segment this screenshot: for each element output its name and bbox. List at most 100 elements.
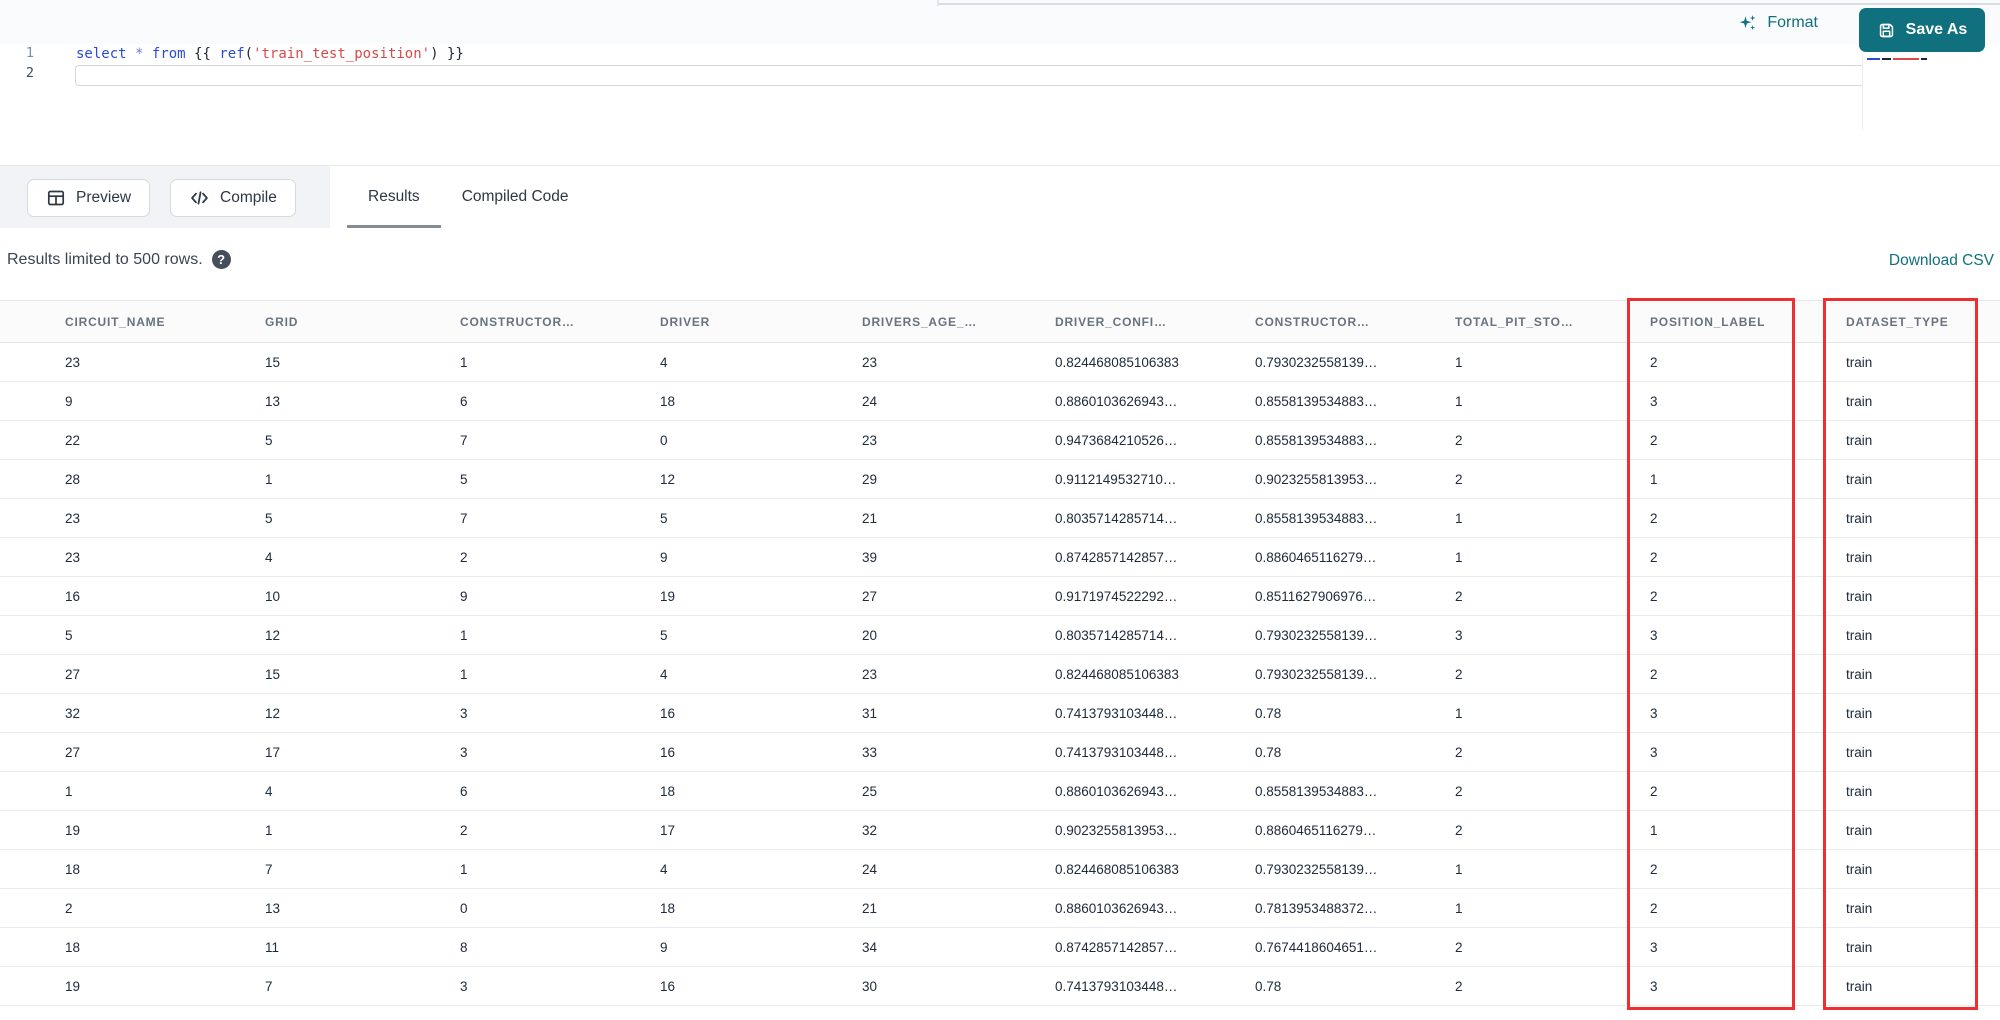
table-cell: 3 xyxy=(1432,615,1627,655)
table-row: 1 4 6 18 25 0.8860103626943… 0.8558139534883… 2… xyxy=(0,771,2000,811)
table-cell: 6 xyxy=(437,771,637,811)
table-cell: 16 xyxy=(0,576,242,616)
table-cell: 32 xyxy=(0,693,242,733)
table-cell: 0.7930232558139… xyxy=(1232,342,1432,382)
table-cell: 0.8511627906976… xyxy=(1232,576,1432,616)
table-cell: 0.8035714285714… xyxy=(1032,498,1232,538)
code-token: ref xyxy=(219,46,245,62)
table-cell: 25 xyxy=(839,771,1032,811)
table-cell: 0.8742857142857… xyxy=(1032,927,1232,967)
table-cell: 0.8742857142857… xyxy=(1032,537,1232,577)
table-row: 18 11 8 9 34 0.8742857142857… 0.7674418604651…… xyxy=(0,927,2000,967)
table-cell: 3 xyxy=(437,732,637,772)
editor-minimap[interactable] xyxy=(1862,54,1998,130)
table-cell: 3 xyxy=(437,966,637,1006)
table-cell: 0.7813953488372… xyxy=(1232,888,1432,928)
tab-compiled-code[interactable]: Compiled Code xyxy=(441,166,590,228)
table-cell: 12 xyxy=(242,615,437,655)
compile-label: Compile xyxy=(220,189,277,206)
table-cell: 4 xyxy=(242,537,437,577)
table-cell: 5 xyxy=(637,498,839,538)
table-cell: 2 xyxy=(1627,849,1823,889)
table-cell: 20 xyxy=(839,615,1032,655)
table-body: 23 15 1 4 23 0.824468085106383 0.7930232558139… xyxy=(0,342,2000,1006)
table-cell: 1 xyxy=(1627,810,1823,850)
table-cell: 0.7930232558139… xyxy=(1232,654,1432,694)
code-token: select xyxy=(76,46,127,62)
table-cell: 27 xyxy=(839,576,1032,616)
table-cell: 2 xyxy=(1432,771,1627,811)
table-cell: 0.8035714285714… xyxy=(1032,615,1232,655)
table-cell: 1 xyxy=(437,849,637,889)
help-icon[interactable]: ? xyxy=(211,250,231,269)
code-token: {{ xyxy=(194,46,220,62)
table-cell: 27 xyxy=(0,654,242,694)
line-number: 2 xyxy=(25,65,34,81)
table-cell: 1 xyxy=(437,654,637,694)
code-token: 'train_test_position' xyxy=(253,46,431,62)
table-cell: 15 xyxy=(242,342,437,382)
download-csv-link[interactable]: Download CSV xyxy=(1889,252,1994,270)
table-cell: 8 xyxy=(437,927,637,967)
table-cell: 18 xyxy=(0,849,242,889)
table-cell: 0.8860465116279… xyxy=(1232,537,1432,577)
table-cell: 3 xyxy=(1627,927,1823,967)
table-cell: 18 xyxy=(637,771,839,811)
table-cell: train xyxy=(1823,732,2000,772)
table-cell: 0.9171974522292… xyxy=(1032,576,1232,616)
format-button[interactable]: Format xyxy=(1738,9,1818,37)
table-cell: train xyxy=(1823,381,2000,421)
table-row: 23 4 2 9 39 0.8742857142857… 0.8860465116279… 1… xyxy=(0,537,2000,577)
code-editor[interactable]: 1 2 select * from {{ ref('train_test_pos… xyxy=(0,44,2000,165)
table-cell: 0 xyxy=(637,420,839,460)
minimap-code-preview xyxy=(1867,58,1927,60)
table-cell: 2 xyxy=(1432,654,1627,694)
table-cell: 5 xyxy=(637,615,839,655)
active-line-box[interactable] xyxy=(75,65,1983,86)
table-cell: 28 xyxy=(0,459,242,499)
table-cell: 3 xyxy=(1627,381,1823,421)
table-cell: 1 xyxy=(1432,693,1627,733)
table-cell: 1 xyxy=(0,771,242,811)
code-line-1[interactable]: select * from {{ ref('train_test_positio… xyxy=(76,45,464,64)
table-cell: 24 xyxy=(839,381,1032,421)
table-cell: 3 xyxy=(437,693,637,733)
preview-button[interactable]: Preview xyxy=(27,179,151,217)
table-cell: 33 xyxy=(839,732,1032,772)
code-token: from xyxy=(151,46,186,62)
compile-button[interactable]: Compile xyxy=(170,179,296,217)
table-cell: 23 xyxy=(0,498,242,538)
tab-edge-tick xyxy=(937,0,939,6)
table-cell: 2 xyxy=(1627,420,1823,460)
table-cell: train xyxy=(1823,966,2000,1006)
table-cell: 0.7930232558139… xyxy=(1232,849,1432,889)
table-cell: 22 xyxy=(0,420,242,460)
table-row: 23 5 7 5 21 0.8035714285714… 0.8558139534883… 1… xyxy=(0,498,2000,538)
table-cell: 0.8860465116279… xyxy=(1232,810,1432,850)
table-row: 9 13 6 18 24 0.8860103626943… 0.8558139534883…… xyxy=(0,381,2000,421)
column-header: CIRCUIT_NAME xyxy=(0,300,242,343)
table-row: 27 17 3 16 33 0.7413793103448… 0.78 2 3 train xyxy=(0,732,2000,772)
table-cell: 19 xyxy=(0,966,242,1006)
table-row: 19 7 3 16 30 0.7413793103448… 0.78 2 3 train xyxy=(0,966,2000,1006)
table-header-row: CIRCUIT_NAME GRID CONSTRUCTOR… DRIVER DRIVER… xyxy=(0,300,2000,343)
table-cell: 7 xyxy=(242,849,437,889)
table-cell: 24 xyxy=(839,849,1032,889)
table-cell: 39 xyxy=(839,537,1032,577)
table-cell: 3 xyxy=(1627,966,1823,1006)
save-as-button[interactable]: Save As xyxy=(1859,8,1985,52)
table-cell: 19 xyxy=(637,576,839,616)
line-number-gutter: 1 2 xyxy=(0,44,48,165)
table-cell: train xyxy=(1823,771,2000,811)
table-row: 27 15 1 4 23 0.824468085106383 0.7930232558139… xyxy=(0,654,2000,694)
table-cell: train xyxy=(1823,888,2000,928)
table-cell: 0.8558139534883… xyxy=(1232,381,1432,421)
table-cell: 9 xyxy=(0,381,242,421)
table-cell: 0.9112149532710… xyxy=(1032,459,1232,499)
table-cell: 1 xyxy=(1432,849,1627,889)
preview-label: Preview xyxy=(76,189,132,206)
table-cell: 15 xyxy=(242,654,437,694)
tab-results[interactable]: Results xyxy=(347,166,441,228)
column-header: GRID xyxy=(242,300,437,343)
